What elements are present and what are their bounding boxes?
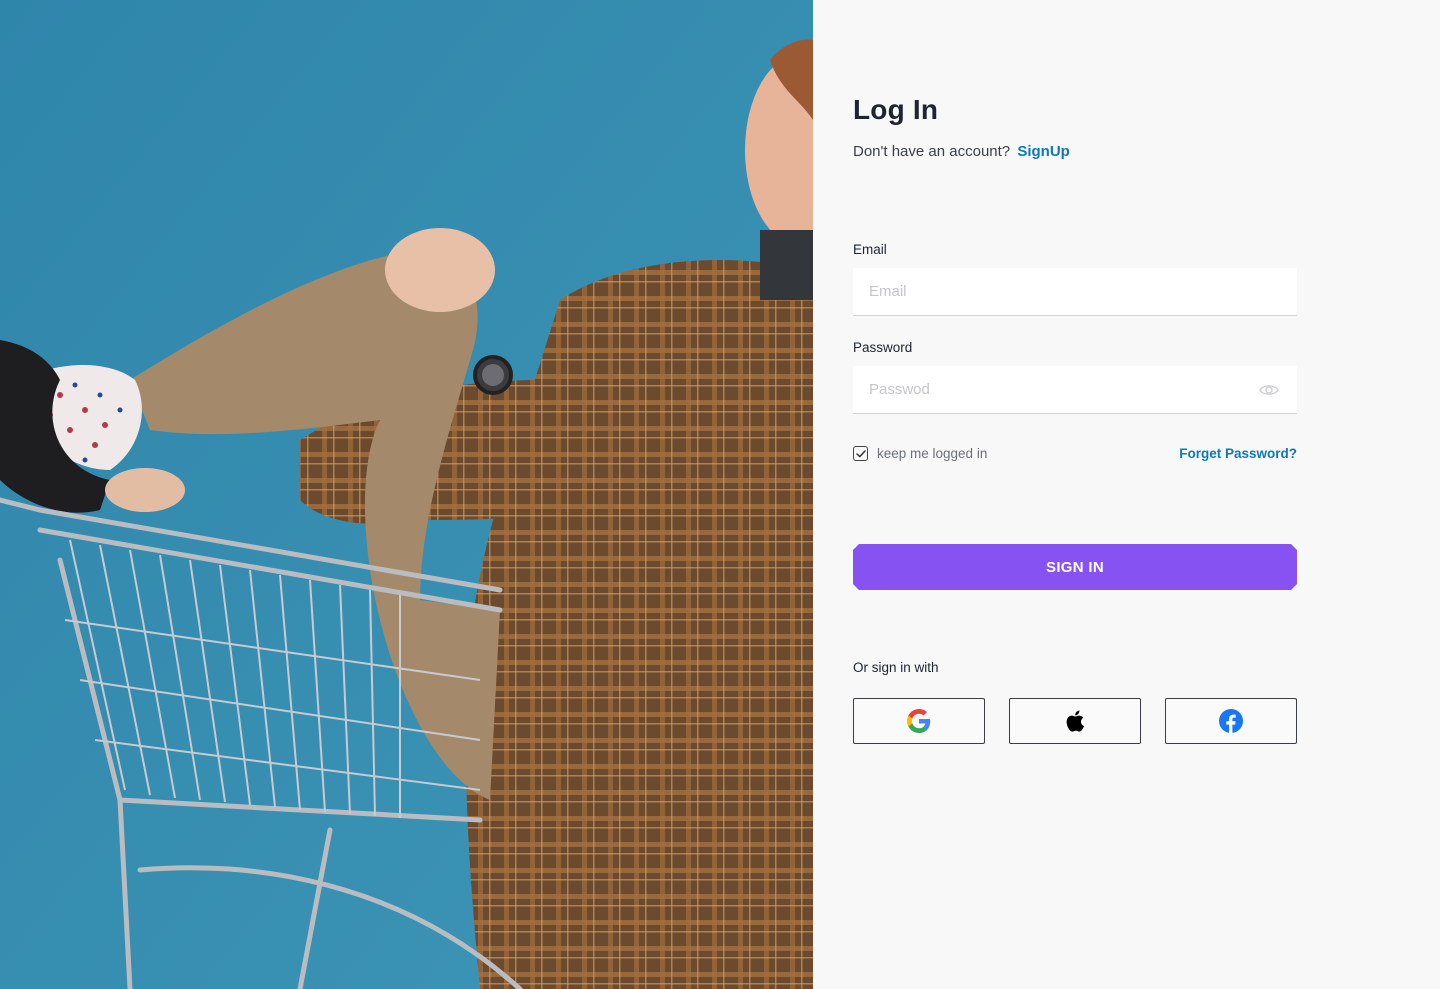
login-panel: Log In Don't have an account? SignUp Ema… [813, 0, 1440, 989]
google-sign-in-button[interactable] [853, 698, 985, 744]
remember-me: keep me logged in [853, 446, 987, 461]
apple-sign-in-button[interactable] [1009, 698, 1141, 744]
show-password-eye-icon[interactable] [1259, 381, 1279, 399]
password-field-wrapper [853, 366, 1297, 414]
forgot-password-link[interactable]: Forget Password? [1179, 446, 1297, 461]
google-icon [907, 709, 931, 733]
or-sign-in-with-text: Or sign in with [853, 660, 939, 675]
remember-checkbox[interactable] [853, 446, 868, 461]
email-field-wrapper [853, 268, 1297, 316]
email-input[interactable] [853, 268, 1297, 315]
page-title: Log In [853, 94, 939, 125]
remember-label: keep me logged in [877, 446, 988, 461]
no-account-text: Don't have an account? [853, 143, 1011, 160]
password-label: Password [853, 340, 913, 355]
facebook-sign-in-button[interactable] [1165, 698, 1297, 744]
sign-in-button[interactable]: SIGN IN [853, 544, 1297, 590]
password-input[interactable] [853, 366, 1297, 413]
hero-image [0, 0, 813, 989]
signup-prompt: Don't have an account? SignUp [853, 143, 1070, 160]
apple-icon [1066, 710, 1085, 732]
facebook-icon [1219, 709, 1243, 733]
signup-link[interactable]: SignUp [1017, 143, 1070, 160]
email-label: Email [853, 242, 887, 257]
check-icon [855, 449, 866, 457]
